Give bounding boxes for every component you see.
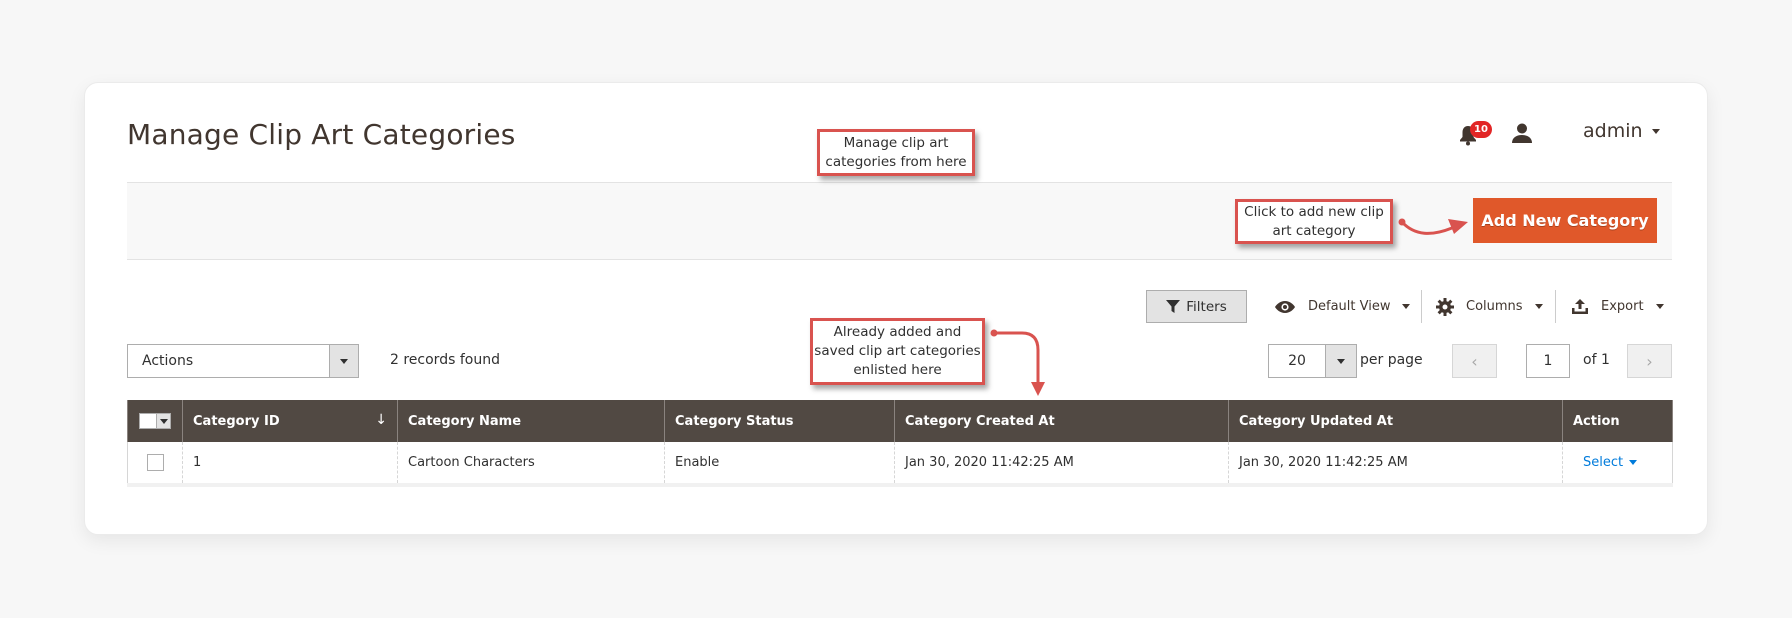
export-label: Export	[1601, 299, 1644, 314]
chevron-down-icon	[1629, 460, 1638, 465]
mass-actions-select[interactable]: Actions	[127, 344, 359, 378]
columns-dropdown[interactable]: Columns	[1436, 290, 1543, 323]
toolbar-divider	[1555, 290, 1556, 323]
column-header-action: Action	[1562, 400, 1673, 442]
chevron-left-icon: ‹	[1471, 351, 1478, 371]
chevron-right-icon: ›	[1646, 351, 1653, 371]
annotation-add-text: Click to add new clip art category	[1244, 203, 1384, 239]
per-page-label: per page	[1360, 352, 1423, 368]
cell-category-id: 1	[182, 442, 398, 487]
default-view-dropdown[interactable]: Default View	[1274, 290, 1411, 323]
chevron-down-icon	[1655, 304, 1664, 309]
column-header-category-name[interactable]: Category Name	[397, 400, 665, 442]
row-action-label: Select	[1583, 455, 1624, 470]
cell-category-name: Cartoon Characters	[397, 442, 665, 487]
table-header-row: Category ID ↓ Category Name Category Stat…	[127, 400, 1673, 442]
mass-actions-label: Actions	[142, 353, 194, 369]
columns-label: Columns	[1466, 299, 1523, 314]
cell-action: Select	[1562, 442, 1673, 487]
filter-icon	[1166, 300, 1181, 313]
column-header-label: Category ID	[193, 413, 280, 429]
column-header-label: Category Name	[408, 413, 522, 429]
gear-icon	[1436, 297, 1454, 316]
cell-created-at: Jan 30, 2020 11:42:25 AM	[894, 442, 1229, 487]
per-page-toggle[interactable]	[1325, 345, 1356, 377]
chevron-down-icon	[1651, 128, 1660, 134]
export-dropdown[interactable]: Export	[1571, 290, 1664, 323]
export-icon	[1572, 298, 1588, 314]
column-header-label: Category Status	[675, 413, 794, 429]
column-header-label: Category Updated At	[1239, 413, 1394, 429]
annotation-list-text: Already added and saved clip art categor…	[814, 324, 981, 378]
annotation-manage-text: Manage clip art categories from here	[825, 134, 967, 170]
admin-user-menu[interactable]: admin	[1583, 120, 1660, 142]
chevron-down-icon	[340, 358, 348, 364]
row-select-cell	[127, 442, 183, 487]
column-header-category-status[interactable]: Category Status	[664, 400, 895, 442]
table-row[interactable]: 1 Cartoon Characters Enable Jan 30, 2020…	[127, 442, 1673, 487]
column-header-category-id[interactable]: Category ID ↓	[182, 400, 398, 442]
page-title: Manage Clip Art Categories	[127, 118, 516, 151]
current-page-input[interactable]: 1	[1526, 344, 1570, 378]
column-header-created-at[interactable]: Category Created At	[894, 400, 1229, 442]
per-page-value: 20	[1288, 353, 1306, 369]
total-pages-label: of 1	[1583, 352, 1610, 368]
sort-descending-icon: ↓	[375, 412, 387, 428]
default-view-label: Default View	[1308, 299, 1391, 314]
column-header-label: Action	[1573, 413, 1620, 429]
cell-updated-at: Jan 30, 2020 11:42:25 AM	[1228, 442, 1563, 487]
filters-label: Filters	[1186, 298, 1227, 315]
next-page-button[interactable]: ›	[1627, 344, 1672, 378]
filters-button[interactable]: Filters	[1146, 290, 1247, 323]
column-header-updated-at[interactable]: Category Updated At	[1228, 400, 1563, 442]
admin-label: admin	[1583, 120, 1643, 142]
categories-grid: Category ID ↓ Category Name Category Stat…	[127, 400, 1673, 487]
toolbar-divider	[1421, 290, 1422, 323]
mass-actions-toggle[interactable]	[329, 345, 358, 377]
chevron-down-icon	[1402, 304, 1411, 309]
annotation-manage: Manage clip art categories from here	[817, 129, 975, 176]
column-header-label: Category Created At	[905, 413, 1055, 429]
chevron-down-icon	[159, 418, 168, 424]
annotation-list: Already added and saved clip art categor…	[810, 318, 985, 385]
mass-select-checkbox[interactable]	[139, 413, 171, 429]
notification-badge[interactable]: 10	[1470, 121, 1492, 138]
chevron-down-icon	[1534, 304, 1543, 309]
page-actions-bar	[127, 182, 1672, 260]
mass-select-header[interactable]	[127, 400, 183, 442]
row-checkbox[interactable]	[146, 454, 164, 471]
annotation-add: Click to add new clip art category	[1235, 199, 1393, 244]
chevron-down-icon	[1337, 358, 1345, 364]
records-found: 2 records found	[390, 352, 500, 368]
row-action-select[interactable]: Select	[1583, 455, 1638, 470]
previous-page-button[interactable]: ‹	[1452, 344, 1497, 378]
user-icon[interactable]	[1511, 122, 1533, 144]
per-page-select[interactable]: 20	[1268, 344, 1357, 378]
eye-icon	[1275, 300, 1295, 313]
add-new-category-button[interactable]: Add New Category	[1473, 198, 1657, 243]
cell-category-status: Enable	[664, 442, 895, 487]
